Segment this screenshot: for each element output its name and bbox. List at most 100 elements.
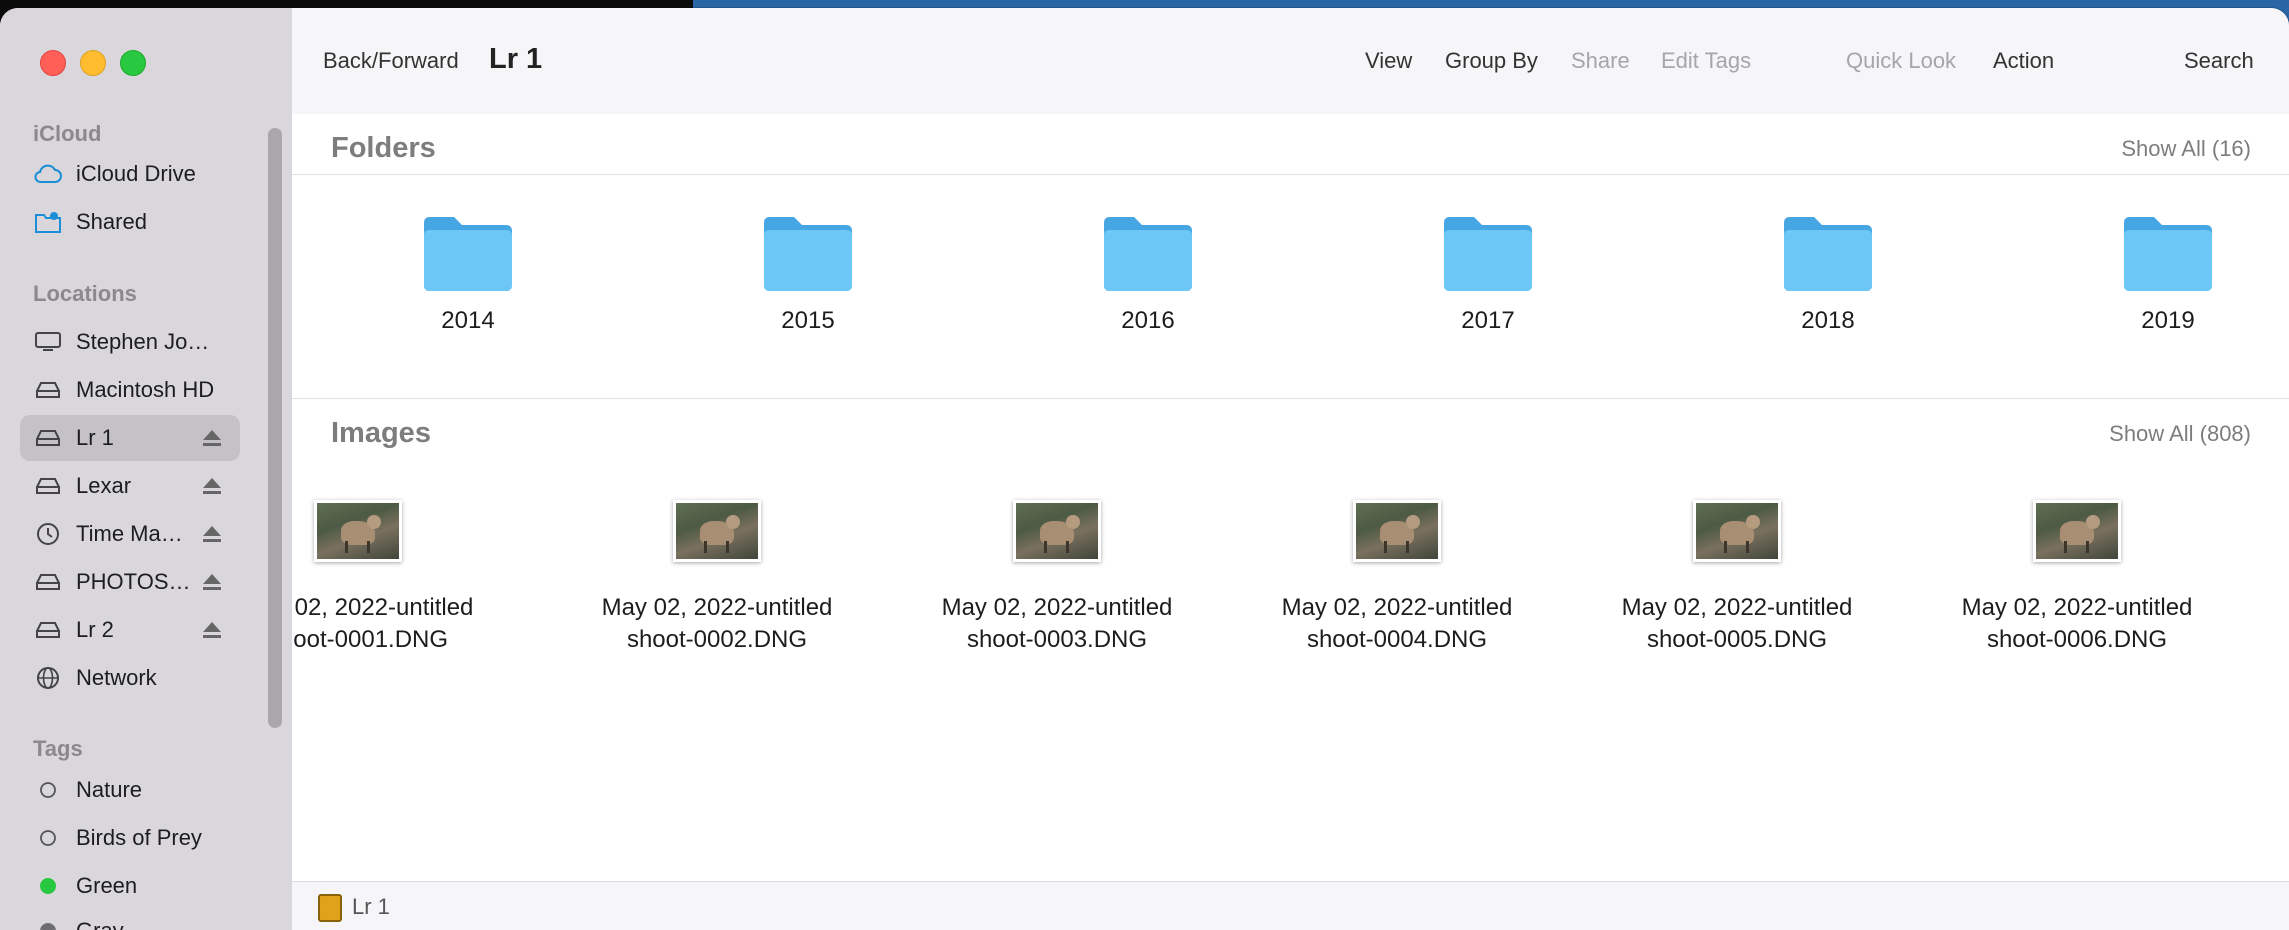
folder-label: 2016 [1121, 307, 1175, 334]
computer-icon [34, 328, 62, 356]
sidebar-tag-gray[interactable]: Gray [20, 908, 240, 930]
image-thumbnail [1693, 500, 1781, 562]
tag-circle-icon [34, 824, 62, 852]
sidebar-item-lr2[interactable]: Lr 2 [20, 607, 240, 653]
share-button[interactable]: Share [1571, 48, 1630, 74]
sidebar-tag-birds-of-prey[interactable]: Birds of Prey [20, 815, 240, 861]
drive-icon [318, 894, 342, 922]
image-filename: May 02, 2022-untitled shoot-0005.DNG [1621, 594, 1853, 653]
folder-icon [1078, 213, 1218, 293]
sidebar: iCloud iCloud Drive Shared Locations Ste… [0, 8, 293, 930]
sidebar-item-label: Time Ma… [76, 521, 183, 546]
group-by-button[interactable]: Group By [1445, 48, 1538, 74]
sidebar-item-stephen-computer[interactable]: Stephen Jo… [20, 319, 240, 365]
image-item[interactable]: May 02, 2022-untitled shoot-0002.DNG [567, 500, 867, 656]
quick-look-button[interactable]: Quick Look [1846, 48, 1956, 74]
sidebar-item-label: Shared [76, 209, 147, 234]
image-thumbnail [1013, 500, 1101, 562]
sidebar-item-label: Macintosh HD [76, 377, 215, 402]
finder-window: iCloud iCloud Drive Shared Locations Ste… [0, 8, 2289, 930]
image-item[interactable]: May 02, 2022-untitled shoot-0003.DNG [907, 500, 1207, 656]
disk-icon [34, 424, 62, 452]
image-filename: May 02, 2022-untitled shoot-0006.DNG [1961, 594, 2193, 653]
sidebar-section-icloud: iCloud [33, 121, 102, 146]
green-tag-dot-icon [34, 872, 62, 900]
network-icon [34, 664, 62, 692]
folder-label: 2015 [781, 307, 835, 334]
image-filename: May 02, 2022-untitled shoot-0004.DNG [1281, 594, 1513, 653]
folder-item-2014[interactable]: 2014 [398, 213, 538, 353]
folder-item-2017[interactable]: 2017 [1418, 213, 1558, 353]
image-thumbnail [1353, 500, 1441, 562]
folder-item-2019[interactable]: 2019 [2098, 213, 2238, 353]
sidebar-scrollbar[interactable] [268, 128, 282, 728]
sidebar-tag-nature[interactable]: Nature [20, 767, 240, 813]
sidebar-item-network[interactable]: Network [20, 655, 240, 701]
disk-icon [34, 616, 62, 644]
window-title: Lr 1 [489, 43, 543, 75]
search-button[interactable]: Search [2184, 48, 2254, 74]
eject-icon[interactable] [202, 428, 222, 448]
images-section-title: Images [331, 417, 431, 449]
view-button[interactable]: View [1365, 48, 1412, 74]
edit-tags-button[interactable]: Edit Tags [1661, 48, 1751, 74]
sidebar-item-label: Gray [76, 918, 124, 930]
action-button[interactable]: Action [1993, 48, 2054, 74]
image-item[interactable]: May 02, 2022-untitled shoot-0005.DNG [1587, 500, 1887, 656]
folder-item-2015[interactable]: 2015 [738, 213, 878, 353]
sidebar-section-locations: Locations [33, 281, 137, 306]
back-forward-button[interactable]: Back/Forward [323, 48, 459, 74]
sidebar-item-label: Birds of Prey [76, 825, 202, 850]
sidebar-item-shared[interactable]: Shared [20, 199, 240, 245]
eject-icon[interactable] [202, 524, 222, 544]
images-show-all-button[interactable]: Show All (808) [2109, 421, 2251, 447]
tag-circle-icon [34, 776, 62, 804]
sidebar-tag-green[interactable]: Green [20, 863, 240, 909]
path-bar: Lr 1 [292, 881, 2289, 930]
sidebar-item-label: Stephen Jo… [76, 329, 210, 354]
sidebar-item-lr1[interactable]: Lr 1 [20, 415, 240, 461]
images-section-header: Images Show All (808) [292, 398, 2289, 459]
image-thumbnail [314, 500, 402, 562]
folder-label: 2014 [441, 307, 495, 334]
minimize-window-button[interactable] [80, 50, 106, 76]
folders-section-header: Folders Show All (16) [292, 114, 2289, 175]
image-filename: May 02, 2022-untitled shoot-0003.DNG [941, 594, 1173, 653]
sidebar-item-label: Lr 2 [76, 617, 114, 642]
sidebar-item-photos[interactable]: PHOTOS… [20, 559, 240, 605]
folder-icon [1758, 213, 1898, 293]
disk-icon [34, 568, 62, 596]
eject-icon[interactable] [202, 572, 222, 592]
sidebar-item-label: iCloud Drive [76, 161, 196, 186]
folder-item-2018[interactable]: 2018 [1758, 213, 1898, 353]
time-machine-icon [34, 520, 62, 548]
sidebar-item-time-machine[interactable]: Time Ma… [20, 511, 240, 557]
sidebar-item-lexar[interactable]: Lexar [20, 463, 240, 509]
zoom-window-button[interactable] [120, 50, 146, 76]
eject-icon[interactable] [202, 476, 222, 496]
folder-label: 2018 [1801, 307, 1855, 334]
image-filename: May 02, 2022-untitled shoot-0002.DNG [601, 594, 833, 653]
disk-icon [34, 376, 62, 404]
sidebar-item-macintosh-hd[interactable]: Macintosh HD [20, 367, 240, 413]
cloud-icon [34, 160, 62, 188]
folder-label: 2017 [1461, 307, 1515, 334]
sidebar-item-icloud-drive[interactable]: iCloud Drive [20, 151, 240, 197]
close-window-button[interactable] [40, 50, 66, 76]
image-thumbnail [2033, 500, 2121, 562]
path-bar-item[interactable]: Lr 1 [352, 894, 390, 920]
folder-item-2016[interactable]: 2016 [1078, 213, 1218, 353]
toolbar: Back/Forward Lr 1 View Group By Share Ed… [292, 8, 2289, 115]
folder-icon [738, 213, 878, 293]
folder-icon [398, 213, 538, 293]
image-filename: May 02, 2022-untitledshoot-0001.DNG [292, 594, 474, 653]
sidebar-item-label: Green [76, 873, 138, 898]
image-item[interactable]: May 02, 2022-untitled shoot-0006.DNG [1927, 500, 2227, 656]
image-item[interactable]: May 02, 2022-untitledshoot-0001.DNG [292, 500, 508, 656]
folder-label: 2019 [2141, 307, 2195, 334]
eject-icon[interactable] [202, 620, 222, 640]
folders-show-all-button[interactable]: Show All (16) [2121, 136, 2251, 162]
image-item[interactable]: May 02, 2022-untitled shoot-0004.DNG [1247, 500, 1547, 656]
shared-folder-icon [34, 208, 62, 236]
sidebar-item-label: Nature [76, 777, 143, 802]
